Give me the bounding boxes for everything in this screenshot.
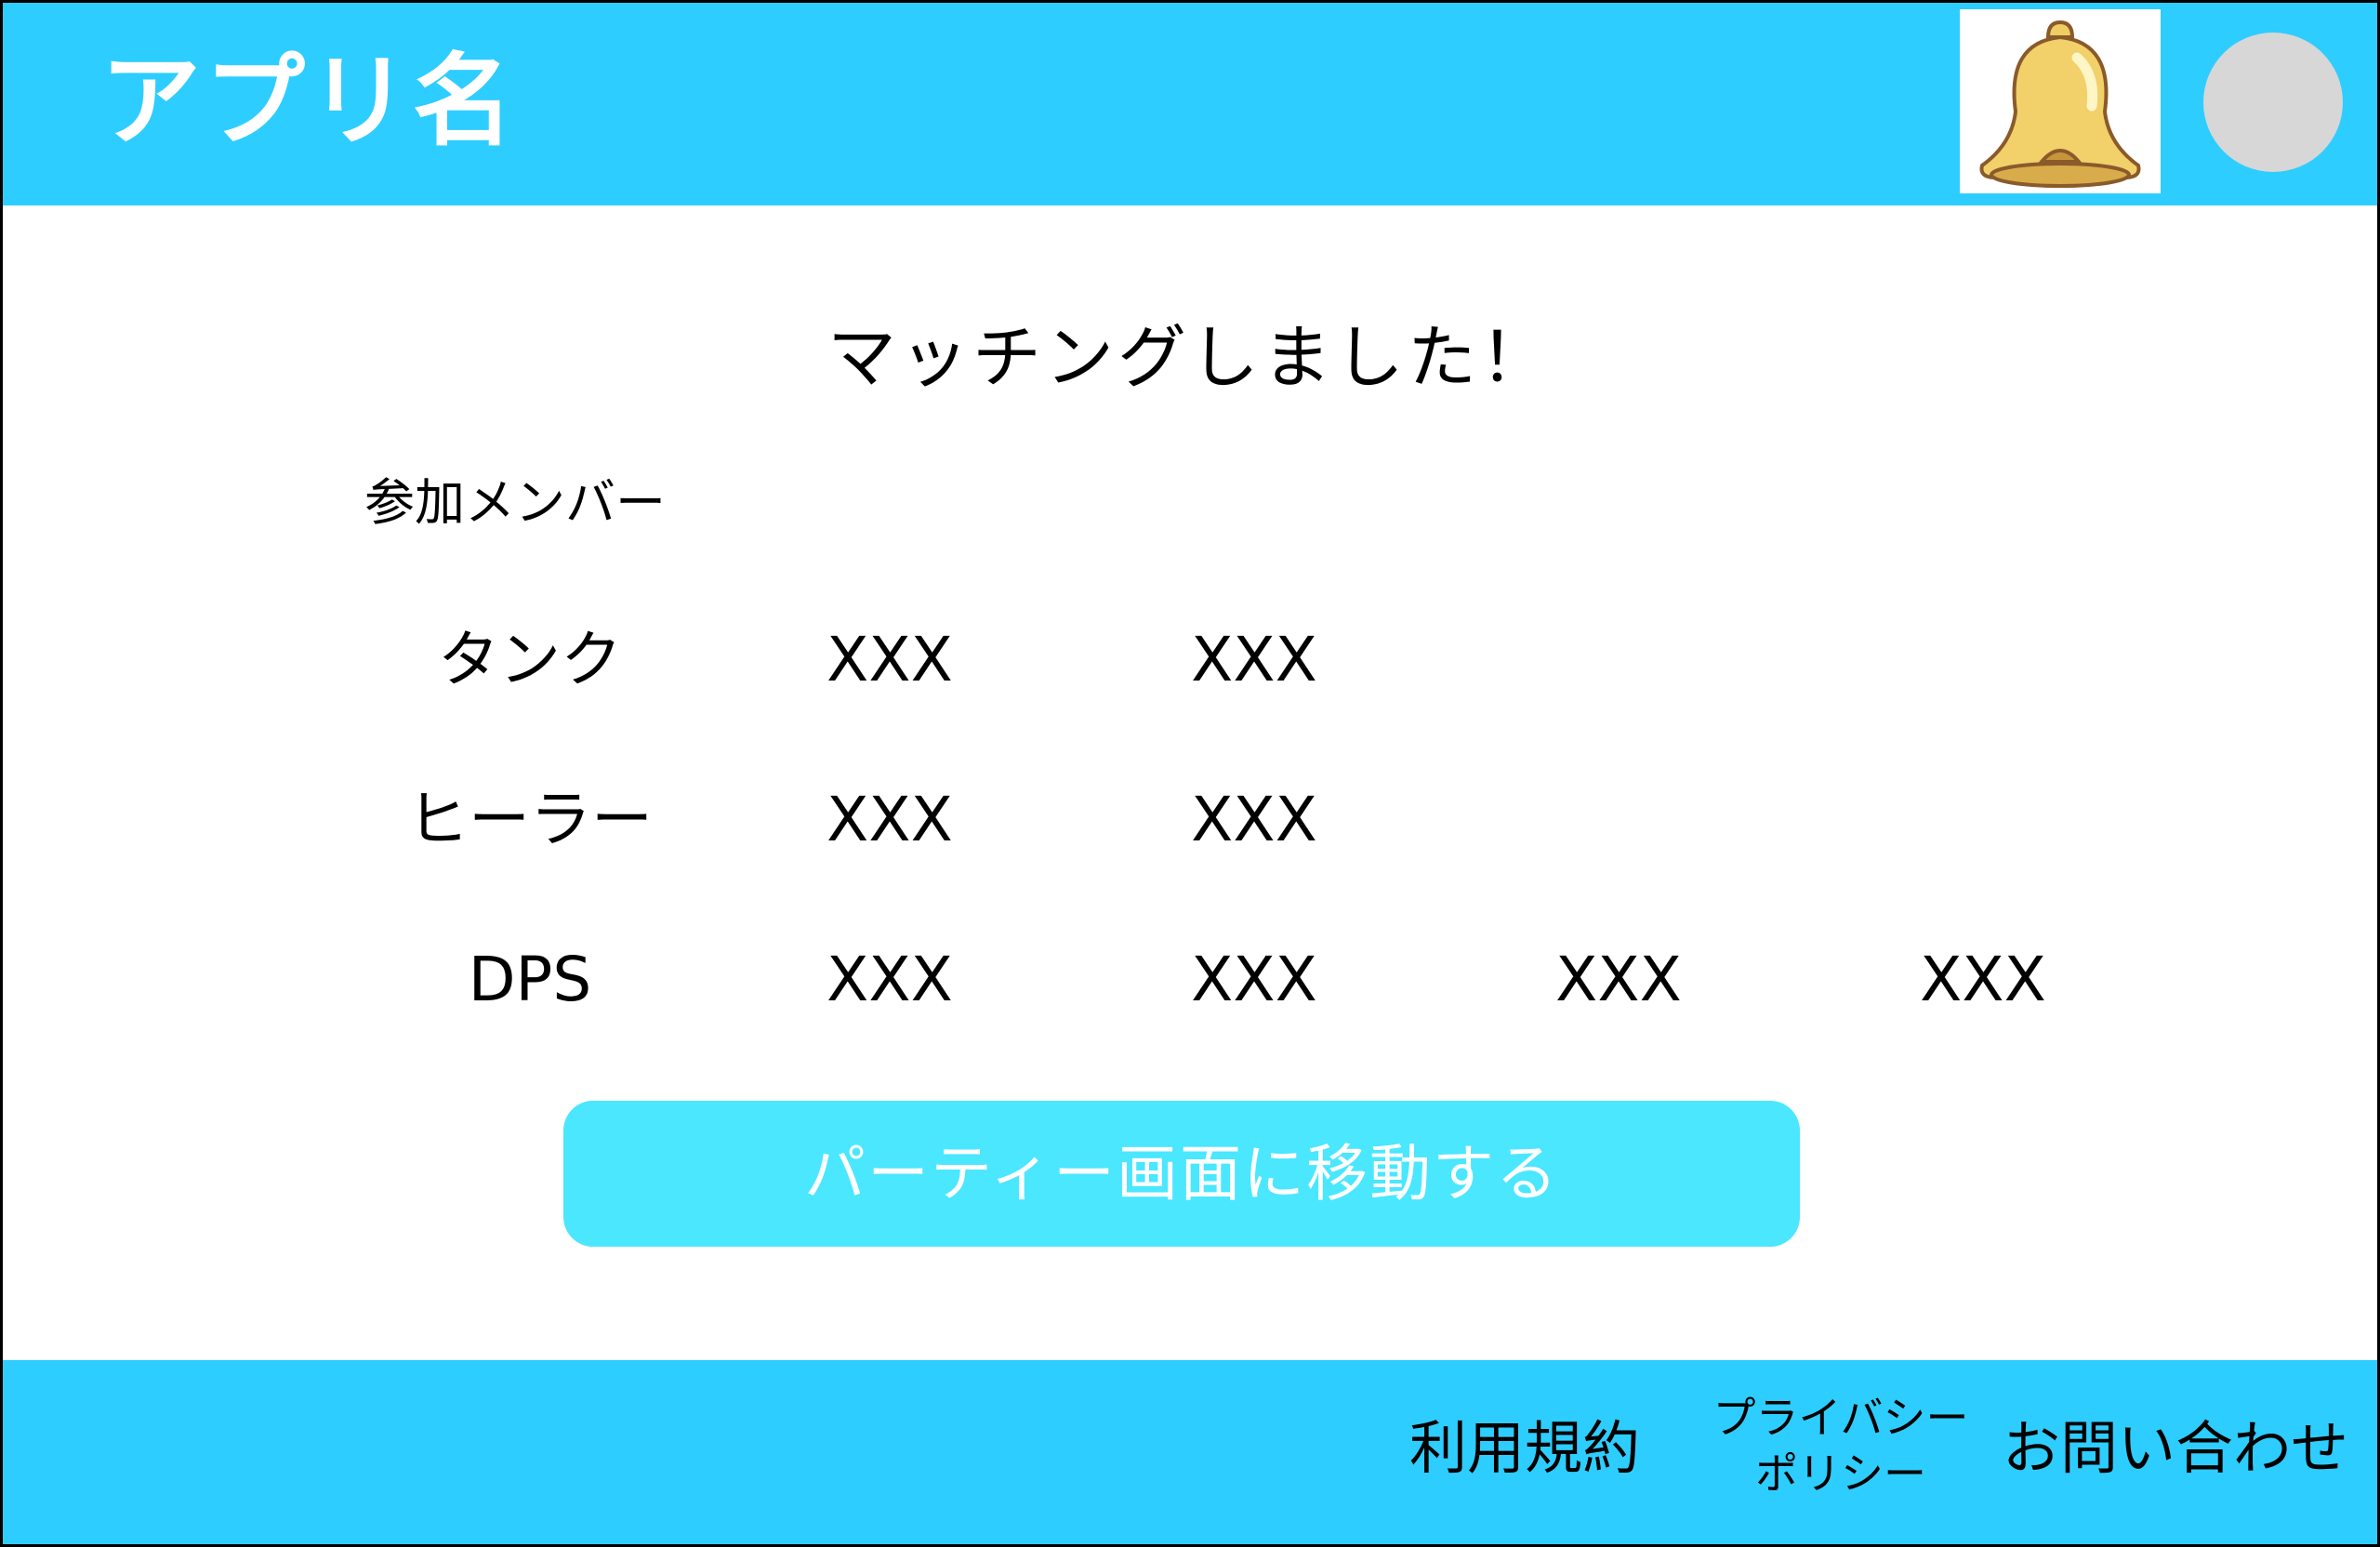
- match-heading: マッチングしました！: [827, 318, 1553, 398]
- role-name: タンク: [438, 624, 622, 695]
- role-row-tank: タンク XXX XXX: [0, 614, 2380, 707]
- app-title: アプリ名: [100, 44, 518, 160]
- member-name: XXX: [1191, 624, 1317, 695]
- member-name: XXX: [1191, 784, 1317, 855]
- members-label: 参加メンバー: [364, 473, 666, 532]
- privacy-policy-line-2: ポリシー: [1755, 1448, 1926, 1499]
- member-name: XXX: [826, 944, 953, 1015]
- notification-button[interactable]: [1960, 9, 2161, 193]
- go-to-party-button[interactable]: パーティー画面に移動する: [563, 1101, 1800, 1247]
- member-name: XXX: [1920, 944, 2046, 1015]
- role-name: ヒーラー: [407, 784, 653, 855]
- role-row-healer: ヒーラー XXX XXX: [0, 774, 2380, 866]
- member-name: XXX: [1555, 944, 1682, 1015]
- bell-icon: [1979, 20, 2141, 188]
- user-avatar[interactable]: [2203, 33, 2343, 172]
- member-name: XXX: [826, 784, 953, 855]
- member-name: XXX: [826, 624, 953, 695]
- privacy-policy-link[interactable]: プライバシー ポリシー: [1692, 1390, 1990, 1501]
- member-name: XXX: [1191, 944, 1317, 1015]
- contact-link[interactable]: お問い合わせ: [1999, 1402, 2352, 1495]
- privacy-policy-line-1: プライバシー: [1712, 1393, 1969, 1443]
- app-header: アプリ名: [0, 0, 2380, 205]
- role-row-dps: DPS XXX XXX XXX XXX: [0, 933, 2380, 1026]
- terms-link[interactable]: 利用規約: [1385, 1402, 1664, 1495]
- role-name: DPS: [468, 944, 592, 1015]
